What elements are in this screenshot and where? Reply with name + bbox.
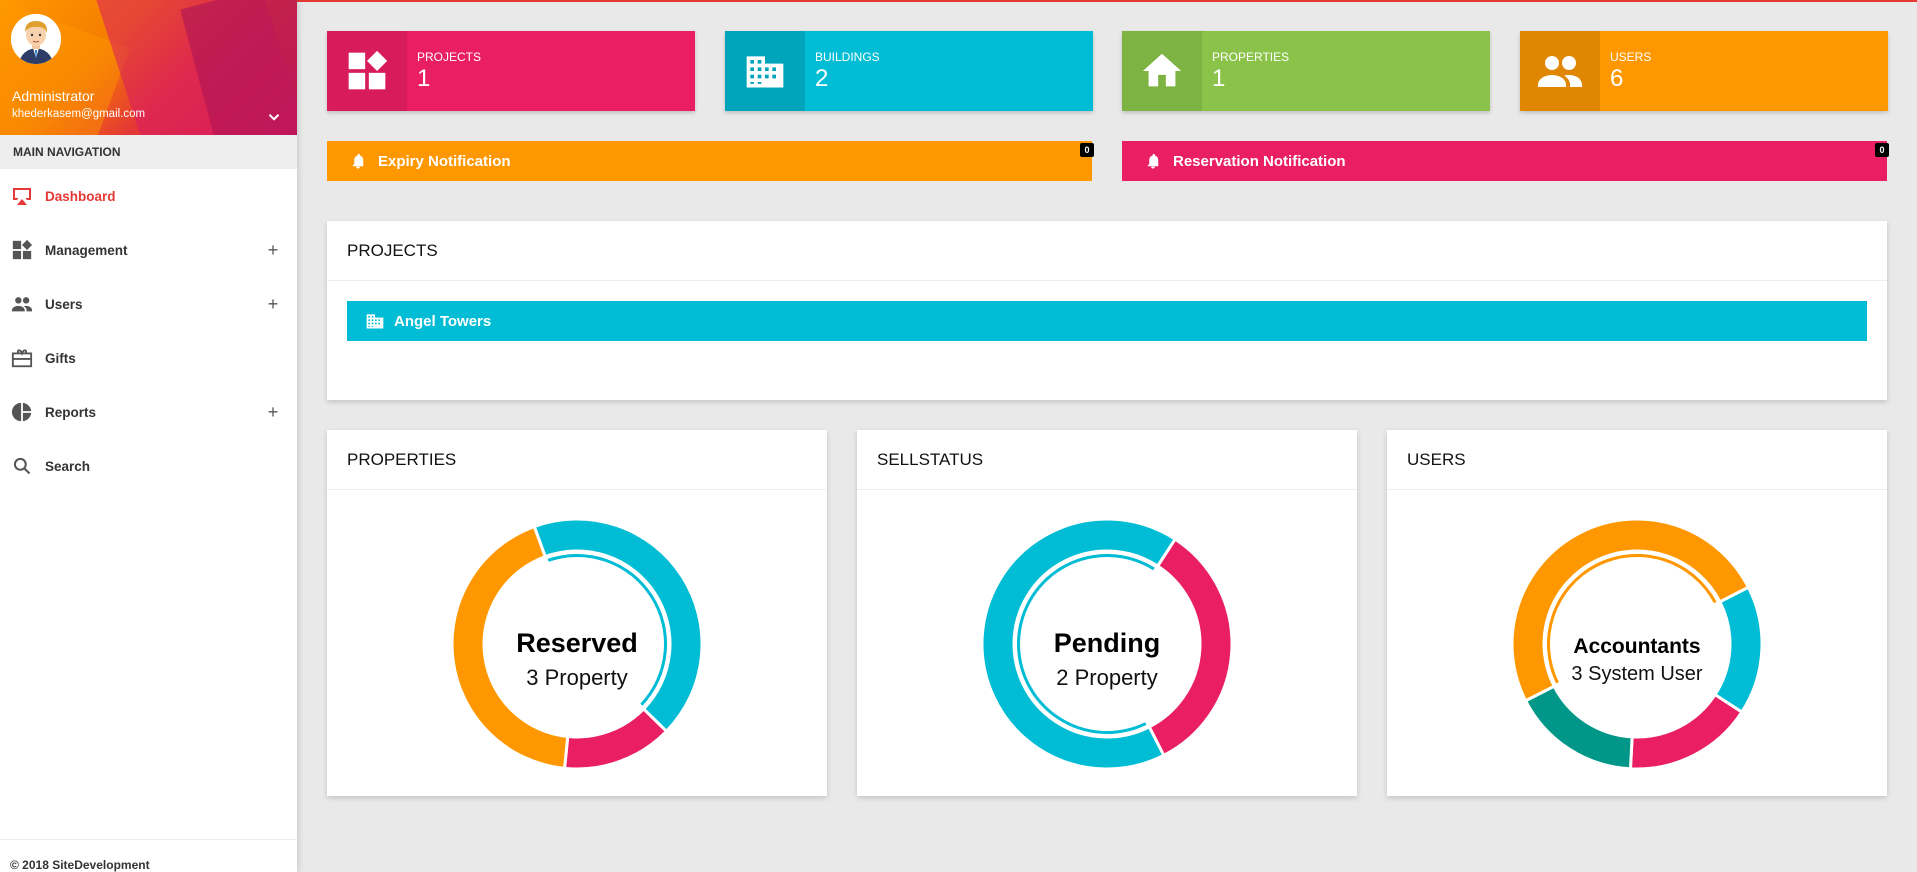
notification-count-badge: 0	[1080, 143, 1094, 157]
sidebar-item-reports[interactable]: Reports +	[0, 385, 297, 439]
sidebar-item-label: Dashboard	[45, 188, 116, 204]
project-item[interactable]: Angel Towers	[347, 301, 1867, 341]
user-name: Administrator	[12, 88, 95, 104]
info-box-value: 2	[815, 65, 829, 92]
donut-segment[interactable]	[532, 519, 702, 734]
avatar-image	[11, 14, 61, 64]
card-title: PROPERTIES	[327, 430, 827, 490]
airplay-icon	[10, 184, 34, 208]
home-icon	[1122, 31, 1202, 111]
notification-label: Expiry Notification	[378, 152, 511, 170]
expand-plus-icon[interactable]: +	[266, 239, 280, 261]
sidebar-item-dashboard[interactable]: Dashboard	[0, 169, 297, 223]
building-icon	[365, 311, 385, 331]
sidebar-item-users[interactable]: Users +	[0, 277, 297, 331]
donut-center-main: Reserved	[516, 628, 638, 658]
user-info-panel: Administrator khederkasem@gmail.com	[0, 0, 297, 135]
widgets-icon	[327, 31, 407, 111]
user-email: khederkasem@gmail.com	[12, 108, 146, 120]
users-card: USERS Accountants 3 System User	[1387, 430, 1887, 796]
properties-card: PROPERTIES Reserved 3 Property	[327, 430, 827, 796]
sidebar-item-label: Management	[45, 242, 128, 258]
card-title: USERS	[1387, 430, 1887, 490]
info-box-projects[interactable]: PROJECTS 1	[327, 31, 695, 111]
info-box-label: USERS	[1610, 50, 1652, 64]
sidebar-item-label: Users	[45, 296, 83, 312]
bell-icon	[347, 150, 369, 172]
people-icon	[1520, 31, 1600, 111]
sidebar-item-management[interactable]: Management +	[0, 223, 297, 277]
people-icon	[10, 292, 34, 316]
reservation-notification[interactable]: Reservation Notification 0	[1122, 141, 1889, 181]
pie-chart-icon	[10, 400, 34, 424]
project-name: Angel Towers	[394, 312, 492, 330]
donut-center-sub: 2 Property	[1056, 665, 1158, 690]
chevron-down-icon[interactable]	[265, 108, 283, 126]
notification-label: Reservation Notification	[1173, 152, 1346, 170]
donut-center-sub: 3 Property	[526, 665, 628, 690]
nav-header: MAIN NAVIGATION	[0, 135, 297, 169]
sidebar: Administrator khederkasem@gmail.com MAIN…	[0, 0, 297, 872]
top-accent-line	[297, 0, 1917, 2]
building-icon	[725, 31, 805, 111]
info-box-properties[interactable]: PROPERTIES 1	[1122, 31, 1490, 111]
info-box-value: 6	[1610, 65, 1624, 92]
sidebar-item-label: Search	[45, 458, 91, 474]
sidebar-item-label: Reports	[45, 404, 97, 420]
donut-segment[interactable]	[562, 706, 669, 769]
info-box-label: PROPERTIES	[1212, 50, 1290, 64]
notification-count-badge: 0	[1875, 143, 1889, 157]
donut-segment[interactable]	[1628, 692, 1744, 769]
info-box-value: 1	[417, 65, 431, 92]
donut-center-sub: 3 System User	[1571, 663, 1703, 685]
sidebar-footer: © 2018 SiteDevelopment	[10, 858, 150, 872]
card-title: SELLSTATUS	[857, 430, 1357, 490]
projects-card: PROJECTS Angel Towers	[327, 221, 1887, 400]
info-box-users[interactable]: USERS 6	[1520, 31, 1888, 111]
sidebar-item-gifts[interactable]: Gifts	[0, 331, 297, 385]
sellstatus-card: SELLSTATUS Pending 2 Property	[857, 430, 1357, 796]
avatar[interactable]	[11, 14, 61, 64]
gift-card-icon	[10, 346, 34, 370]
donut-center-main: Pending	[1053, 628, 1161, 658]
expand-plus-icon[interactable]: +	[266, 293, 280, 315]
info-box-value: 1	[1212, 65, 1226, 92]
bell-icon	[1142, 150, 1164, 172]
widgets-icon	[10, 238, 34, 262]
search-icon	[10, 454, 34, 478]
card-title: PROJECTS	[327, 221, 1887, 281]
info-box-buildings[interactable]: BUILDINGS 2	[725, 31, 1093, 111]
info-box-label: PROJECTS	[417, 50, 482, 64]
expand-plus-icon[interactable]: +	[266, 401, 280, 423]
donut-center-main: Accountants	[1573, 635, 1701, 658]
sidebar-item-search[interactable]: Search	[0, 439, 297, 493]
expiry-notification[interactable]: Expiry Notification 0	[327, 141, 1094, 181]
donut-segment[interactable]	[1523, 684, 1634, 769]
info-box-label: BUILDINGS	[815, 50, 880, 64]
sidebar-menu: Dashboard Management + Users + Gifts Rep…	[0, 169, 297, 493]
sidebar-item-label: Gifts	[45, 350, 76, 366]
